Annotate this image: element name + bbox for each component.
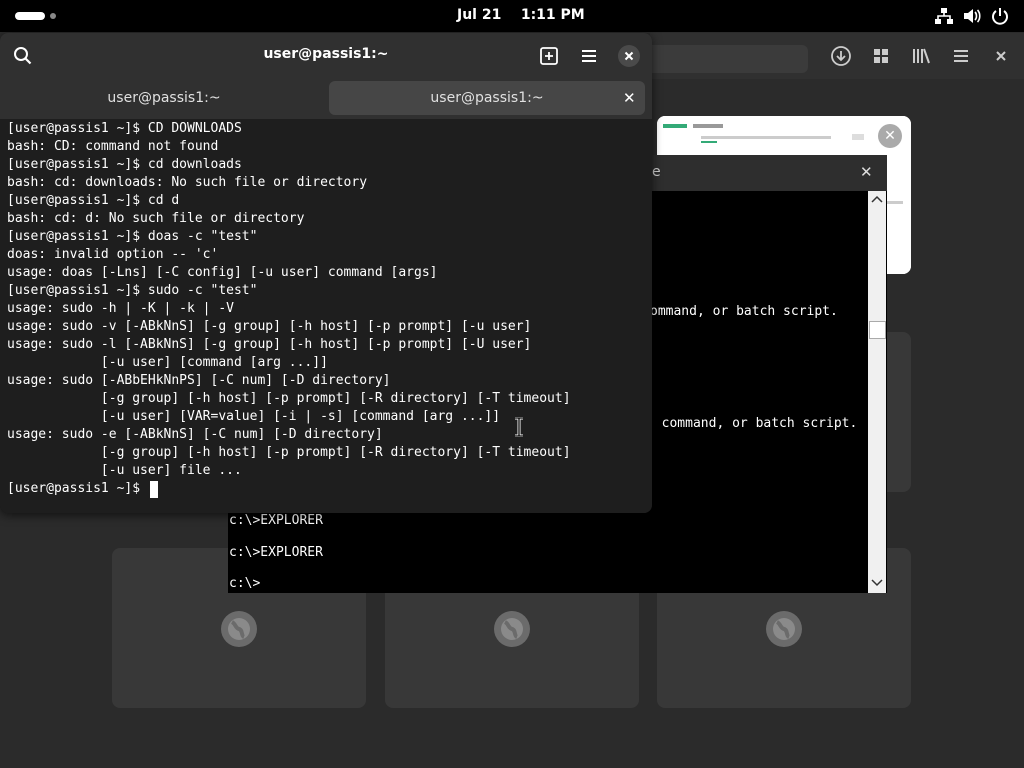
- terminal-line: [user@passis1 ~]$ doas -c "test": [7, 229, 258, 244]
- terminal-tab-bar: user@passis1:~ user@passis1:~ ✕: [0, 79, 652, 119]
- download-icon[interactable]: [829, 44, 853, 68]
- browser-url-bar[interactable]: [650, 45, 808, 73]
- terminal-line: usage: doas [-Lns] [-C config] [-u user]…: [7, 265, 438, 280]
- terminal-line: [-g group] [-h host] [-p prompt] [-R dir…: [7, 391, 571, 406]
- terminal-line: [user@passis1 ~]$ sudo -c "test": [7, 283, 258, 298]
- cmd-text-line: ommand, or batch script.: [650, 304, 838, 319]
- clock-date: Jul 21: [457, 7, 502, 23]
- terminal-line: bash: CD: command not found: [7, 139, 219, 154]
- close-icon[interactable]: [989, 44, 1013, 68]
- terminal-line: [-u user] [VAR=value] [-i | -s] [command…: [7, 409, 501, 424]
- terminal-line: bash: cd: d: No such file or directory: [7, 211, 305, 226]
- volume-icon[interactable]: [962, 6, 982, 26]
- clock-time: 1:11 PM: [520, 7, 585, 23]
- terminal-line: usage: sudo -l [-ABkNnS] [-g group] [-h …: [7, 337, 532, 352]
- terminal-header[interactable]: user@passis1:~: [0, 33, 652, 79]
- preview-close-button[interactable]: ✕: [878, 124, 902, 148]
- terminal-line: [-g group] [-h host] [-p prompt] [-R dir…: [7, 445, 571, 460]
- scroll-down-icon[interactable]: [871, 579, 883, 587]
- terminal-line: usage: sudo -v [-ABkNnS] [-g group] [-h …: [7, 319, 532, 334]
- workspace-dot[interactable]: [50, 13, 56, 19]
- cmd-text-line: c:\>EXPLORER: [229, 545, 323, 560]
- close-icon[interactable]: [617, 44, 641, 68]
- text-cursor: [150, 481, 158, 498]
- browser-header: [650, 33, 1024, 79]
- cmd-text-line: c:\>EXPLORER: [229, 513, 323, 528]
- terminal-line: [user@passis1 ~]$ CD DOWNLOADS: [7, 121, 242, 136]
- cmd-prompt: c:\>: [229, 576, 261, 591]
- terminal-output[interactable]: [user@passis1 ~]$ CD DOWNLOADS bash: CD:…: [0, 119, 652, 513]
- terminal-line: usage: sudo [-ABbEHkNnPS] [-C num] [-D d…: [7, 373, 391, 388]
- top-bar: Jul 21 1:11 PM: [0, 0, 1024, 32]
- tab-terminal-2[interactable]: user@passis1:~ ✕: [329, 81, 645, 115]
- menu-icon[interactable]: [949, 44, 973, 68]
- terminal-line: bash: cd: downloads: No such file or dir…: [7, 175, 368, 190]
- power-icon[interactable]: [990, 6, 1010, 26]
- terminal-line: usage: sudo -h | -K | -k | -V: [7, 301, 234, 316]
- network-icon[interactable]: [934, 6, 954, 26]
- terminal-line: [-u user] file ...: [7, 463, 242, 478]
- globe-icon: [221, 611, 257, 647]
- new-tab-icon[interactable]: [537, 44, 561, 68]
- menu-icon[interactable]: [577, 44, 601, 68]
- grid-icon[interactable]: [869, 44, 893, 68]
- scroll-up-icon[interactable]: [871, 195, 883, 203]
- cmd-title: e: [652, 164, 661, 180]
- tab-close-icon[interactable]: ✕: [623, 81, 636, 115]
- terminal-window[interactable]: user@passis1:~ user@passis1:~ user@passi…: [0, 33, 652, 513]
- terminal-line: [user@passis1 ~]$ cd d: [7, 193, 180, 208]
- globe-icon: [494, 611, 530, 647]
- terminal-line: doas: invalid option -- 'c': [7, 247, 219, 262]
- terminal-line: usage: sudo -e [-ABkNnS] [-C num] [-D di…: [7, 427, 383, 442]
- ibeam-cursor-icon: [515, 417, 523, 437]
- clock[interactable]: Jul 21 1:11 PM: [457, 7, 585, 23]
- terminal-line: [-u user] [command [arg ...]]: [7, 355, 328, 370]
- tab-label: user@passis1:~: [107, 90, 221, 106]
- activities-indicator[interactable]: [15, 12, 45, 20]
- terminal-prompt: [user@passis1 ~]$: [7, 481, 148, 496]
- globe-icon: [766, 611, 802, 647]
- tab-terminal-1[interactable]: user@passis1:~: [6, 81, 322, 115]
- scrollbar-thumb[interactable]: [869, 321, 886, 339]
- library-icon[interactable]: [909, 44, 933, 68]
- tab-label: user@passis1:~: [430, 90, 544, 106]
- cmd-text-line: . command, or batch script.: [646, 416, 858, 431]
- cmd-scrollbar[interactable]: [868, 191, 886, 593]
- cmd-close-button[interactable]: ✕: [860, 163, 873, 181]
- terminal-line: [user@passis1 ~]$ cd downloads: [7, 157, 242, 172]
